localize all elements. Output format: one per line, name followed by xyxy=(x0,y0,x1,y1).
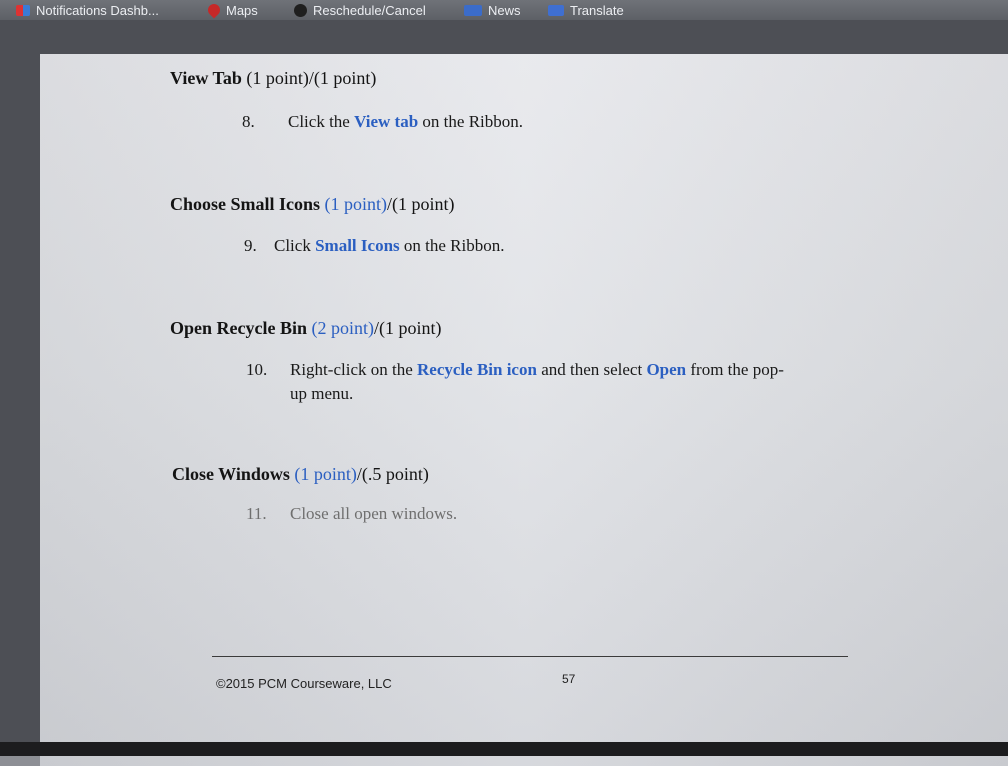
points-earned: (1 point) xyxy=(246,68,309,88)
bookmark-translate[interactable]: Translate xyxy=(548,0,624,20)
news-icon xyxy=(464,4,482,16)
section-heading-open-recycle-bin: Open Recycle Bin (2 point)/(1 point) xyxy=(170,318,442,339)
step-text-before: Click the xyxy=(288,112,355,131)
step-text-after: on the Ribbon. xyxy=(399,236,505,255)
step-text: Click the View tab on the Ribbon. xyxy=(288,112,523,132)
step-text: Right-click on the Recycle Bin icon and … xyxy=(290,360,784,380)
step-11: 11. Close all open windows. xyxy=(246,504,646,528)
footer-page-number: 57 xyxy=(562,672,576,686)
step-10: 10. Right-click on the Recycle Bin icon … xyxy=(246,360,866,408)
step-9: 9. Click Small Icons on the Ribbon. xyxy=(244,236,744,260)
step-text-before: Click xyxy=(274,236,316,255)
bookmarks-bar: Notifications Dashb... Maps Reschedule/C… xyxy=(0,0,1008,20)
section-title: Choose Small Icons xyxy=(170,194,321,214)
screen-glare xyxy=(40,54,1008,766)
step-number: 10. xyxy=(246,360,268,379)
bookmark-reschedule-cancel[interactable]: Reschedule/Cancel xyxy=(294,0,426,20)
step-text-after: from the pop- xyxy=(686,360,784,379)
points-total: (1 point) xyxy=(313,68,377,88)
step-highlight-open: Open xyxy=(646,360,687,379)
footer-rule xyxy=(212,656,848,657)
points-earned: (1 point) xyxy=(324,194,388,214)
bookmark-maps[interactable]: Maps xyxy=(205,0,258,20)
reschedule-icon xyxy=(294,3,307,17)
step-number: 9. xyxy=(244,236,257,255)
points-total: (.5 point) xyxy=(361,464,429,484)
step-highlight-view-tab: View tab xyxy=(354,112,419,131)
step-text-after: on the Ribbon. xyxy=(418,112,524,131)
section-title: Close Windows xyxy=(172,464,290,484)
taskbar xyxy=(0,742,1008,756)
window-frame: View Tab (1 point)/(1 point) 8. Click th… xyxy=(0,20,1008,766)
section-heading-choose-small-icons: Choose Small Icons (1 point)/(1 point) xyxy=(170,194,455,215)
points-total: (1 point) xyxy=(379,318,442,338)
step-text: Close all open windows. xyxy=(290,504,458,523)
step-8: 8. Click the View tab on the Ribbon. xyxy=(242,112,742,136)
step-text: Click Small Icons on the Ribbon. xyxy=(274,236,504,256)
section-title: Open Recycle Bin xyxy=(170,318,307,338)
bookmark-label: Maps xyxy=(226,2,258,18)
bookmark-label: Translate xyxy=(570,2,624,18)
bookmark-label: Notifications Dashb... xyxy=(36,2,159,18)
bookmark-label: Reschedule/Cancel xyxy=(313,2,426,18)
points-earned: (1 point) xyxy=(294,464,357,484)
maps-pin-icon xyxy=(205,1,223,19)
bookmark-notifications-dashboard[interactable]: Notifications Dashb... xyxy=(16,0,159,20)
bookmark-label: News xyxy=(488,2,521,18)
step-number: 8. xyxy=(242,112,255,131)
step-text-before: Right-click on the xyxy=(290,360,418,379)
points-earned: (2 point) xyxy=(311,318,375,338)
document-page: View Tab (1 point)/(1 point) 8. Click th… xyxy=(40,54,1008,766)
step-highlight-recycle-bin-icon: Recycle Bin icon xyxy=(417,360,537,379)
translate-icon xyxy=(548,4,564,16)
step-text-middle: and then select xyxy=(536,360,647,379)
notifications-icon xyxy=(16,4,30,16)
section-heading-view-tab: View Tab (1 point)/(1 point) xyxy=(170,68,376,89)
step-number: 11. xyxy=(246,504,267,523)
section-heading-close-windows: Close Windows (1 point)/(.5 point) xyxy=(172,464,429,485)
bookmark-news[interactable]: News xyxy=(464,0,521,20)
section-title: View Tab xyxy=(170,68,242,88)
step-highlight-small-icons: Small Icons xyxy=(315,236,400,255)
points-total: (1 point) xyxy=(392,194,455,214)
step-text-line-2: up menu. xyxy=(290,384,354,403)
footer-copyright: ©2015 PCM Courseware, LLC xyxy=(216,676,392,691)
